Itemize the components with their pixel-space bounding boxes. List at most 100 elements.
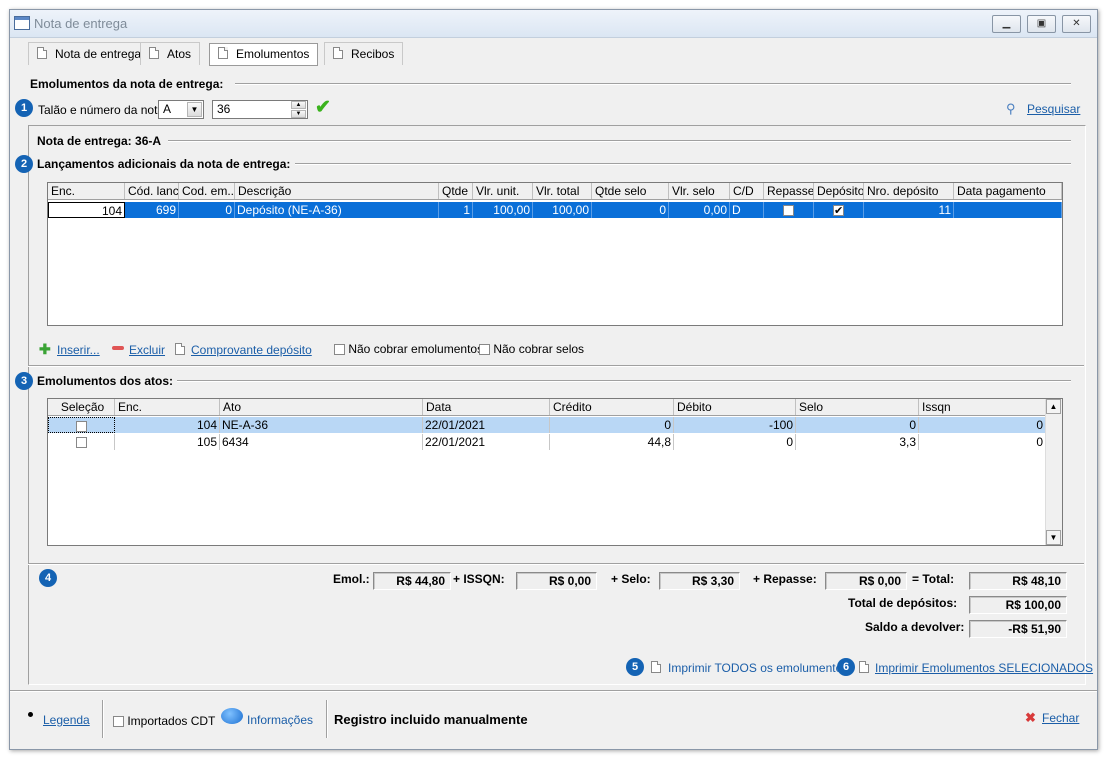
table-row[interactable]: 104 699 0 Depósito (NE-A-36) 1 100,00 10… xyxy=(48,202,1062,218)
no-emol-checkbox[interactable] xyxy=(334,344,345,355)
scrollbar[interactable]: ▲ ▼ xyxy=(1045,399,1062,545)
close-window-button[interactable]: ✕ xyxy=(1062,15,1091,33)
cell-data[interactable]: 22/01/2021 xyxy=(423,417,550,433)
cell-cod-em[interactable]: 0 xyxy=(179,202,235,218)
cell-credito[interactable]: 44,8 xyxy=(550,434,674,450)
no-emol-option[interactable]: Não cobrar emolumentos xyxy=(334,342,483,356)
col-header[interactable]: Ato xyxy=(220,399,423,415)
cell-issqn[interactable]: 0 xyxy=(919,434,1046,450)
col-header[interactable]: Repasse xyxy=(764,183,814,199)
cell-debito[interactable]: 0 xyxy=(674,434,796,450)
col-header[interactable]: Vlr. selo xyxy=(669,183,730,199)
col-header[interactable]: Vlr. unit. xyxy=(473,183,533,199)
scroll-down-icon[interactable]: ▼ xyxy=(1046,530,1061,545)
insert-link[interactable]: Inserir... xyxy=(57,343,100,357)
col-header[interactable]: C/D xyxy=(730,183,764,199)
importados-checkbox[interactable] xyxy=(113,716,124,727)
tab-emolumentos[interactable]: Emolumentos xyxy=(209,43,319,66)
no-selos-checkbox[interactable] xyxy=(479,344,490,355)
scroll-up-icon[interactable]: ▲ xyxy=(1046,399,1061,414)
no-selos-option[interactable]: Não cobrar selos xyxy=(479,342,584,356)
cell-selo[interactable]: 0 xyxy=(796,417,919,433)
delete-link[interactable]: Excluir xyxy=(129,343,165,357)
col-header[interactable]: Selo xyxy=(796,399,919,415)
cell-ato[interactable]: NE-A-36 xyxy=(220,417,423,433)
print-all-link[interactable]: Imprimir TODOS os emolumentos xyxy=(668,661,848,675)
cell-cd[interactable]: D xyxy=(730,202,764,218)
cell-selecao[interactable] xyxy=(48,434,115,450)
cell-vlr-total[interactable]: 100,00 xyxy=(533,202,592,218)
section-title: Emolumentos da nota de entrega: xyxy=(30,77,224,91)
cell-issqn[interactable]: 0 xyxy=(919,417,1046,433)
col-header[interactable]: Débito xyxy=(674,399,796,415)
maximize-button[interactable]: ▣ xyxy=(1027,15,1056,33)
spin-down-icon[interactable]: ▼ xyxy=(291,110,306,118)
lancamentos-grid[interactable]: Enc. Cód. lanc. Cod. em... Descrição Qtd… xyxy=(47,182,1063,326)
col-header[interactable]: Descrição xyxy=(235,183,439,199)
col-header[interactable]: Enc. xyxy=(115,399,220,415)
cell-nro-deposito[interactable]: 11 xyxy=(864,202,954,218)
table-row[interactable]: 105 6434 22/01/2021 44,8 0 3,3 0 xyxy=(48,434,1046,450)
cell-cod-lanc[interactable]: 699 xyxy=(125,202,179,218)
col-header[interactable]: Qtde xyxy=(439,183,473,199)
legend-link[interactable]: Legenda xyxy=(43,713,90,727)
confirm-check-icon[interactable]: ✔ xyxy=(315,96,331,119)
cell-selecao[interactable] xyxy=(48,417,115,433)
repasse-checkbox[interactable] xyxy=(783,205,794,216)
deposito-checkbox[interactable] xyxy=(833,203,844,218)
cell-credito[interactable]: 0 xyxy=(550,417,674,433)
cell-data-pagamento[interactable] xyxy=(954,202,1062,218)
cell-ato[interactable]: 6434 xyxy=(220,434,423,450)
marker-5: 5 xyxy=(626,658,644,676)
cell-deposito[interactable] xyxy=(814,202,864,218)
cell-enc[interactable]: 104 xyxy=(115,417,220,433)
col-header[interactable]: Depósito xyxy=(814,183,864,199)
spin-up-icon[interactable]: ▲ xyxy=(291,101,306,109)
cell-vlr-selo[interactable]: 0,00 xyxy=(669,202,730,218)
tab-recibos[interactable]: Recibos xyxy=(324,42,404,65)
col-header[interactable]: Vlr. total xyxy=(533,183,592,199)
selecao-checkbox[interactable] xyxy=(75,437,87,448)
cell-qtde[interactable]: 1 xyxy=(439,202,473,218)
atos-grid[interactable]: Seleção Enc. Ato Data Crédito Débito Sel… xyxy=(47,398,1063,546)
close-link[interactable]: Fechar xyxy=(1042,711,1079,725)
cell-descricao[interactable]: Depósito (NE-A-36) xyxy=(235,202,439,218)
repasse-value: R$ 0,00 xyxy=(825,572,907,590)
number-spinner[interactable]: 36 ▲ ▼ xyxy=(212,100,308,119)
no-selos-label: Não cobrar selos xyxy=(493,342,585,356)
col-header[interactable]: Nro. depósito xyxy=(864,183,954,199)
cell-enc[interactable]: 104 xyxy=(48,202,125,218)
cell-debito[interactable]: -100 xyxy=(674,417,796,433)
receipt-link[interactable]: Comprovante depósito xyxy=(191,343,312,357)
selecao-checkbox[interactable] xyxy=(76,421,87,432)
col-header[interactable]: Seleção xyxy=(48,399,115,415)
table-row[interactable]: 104 NE-A-36 22/01/2021 0 -100 0 0 xyxy=(48,417,1046,433)
document-icon xyxy=(218,47,228,59)
col-header[interactable]: Enc. xyxy=(48,183,125,199)
print-selected-link[interactable]: Imprimir Emolumentos SELECIONADOS xyxy=(875,661,1093,675)
divider xyxy=(28,563,1084,565)
col-header[interactable]: Data pagamento xyxy=(954,183,1062,199)
cell-repasse[interactable] xyxy=(764,202,814,218)
col-header[interactable]: Qtde selo xyxy=(592,183,669,199)
col-header[interactable]: Cod. em... xyxy=(179,183,235,199)
series-select[interactable]: A ▼ xyxy=(158,100,204,119)
info-link[interactable]: Informações xyxy=(247,713,313,727)
cell-selo[interactable]: 3,3 xyxy=(796,434,919,450)
tab-nota-de-entrega[interactable]: Nota de entrega xyxy=(28,42,151,65)
cell-vlr-unit[interactable]: 100,00 xyxy=(473,202,533,218)
cell-qtde-selo[interactable]: 0 xyxy=(592,202,669,218)
col-header[interactable]: Data xyxy=(423,399,550,415)
col-header[interactable]: Cód. lanc. xyxy=(125,183,179,199)
window-icon xyxy=(14,16,30,30)
search-link[interactable]: Pesquisar xyxy=(1027,102,1080,116)
importados-option[interactable]: Importados CDT xyxy=(113,714,215,728)
tab-atos[interactable]: Atos xyxy=(140,42,201,65)
col-header[interactable]: Issqn xyxy=(919,399,1046,415)
chevron-down-icon[interactable]: ▼ xyxy=(187,102,202,117)
minimize-button[interactable]: ▁ xyxy=(992,15,1021,33)
cell-enc[interactable]: 105 xyxy=(115,434,220,450)
atos-title: Emolumentos dos atos: xyxy=(37,374,174,388)
cell-data[interactable]: 22/01/2021 xyxy=(423,434,550,450)
col-header[interactable]: Crédito xyxy=(550,399,674,415)
